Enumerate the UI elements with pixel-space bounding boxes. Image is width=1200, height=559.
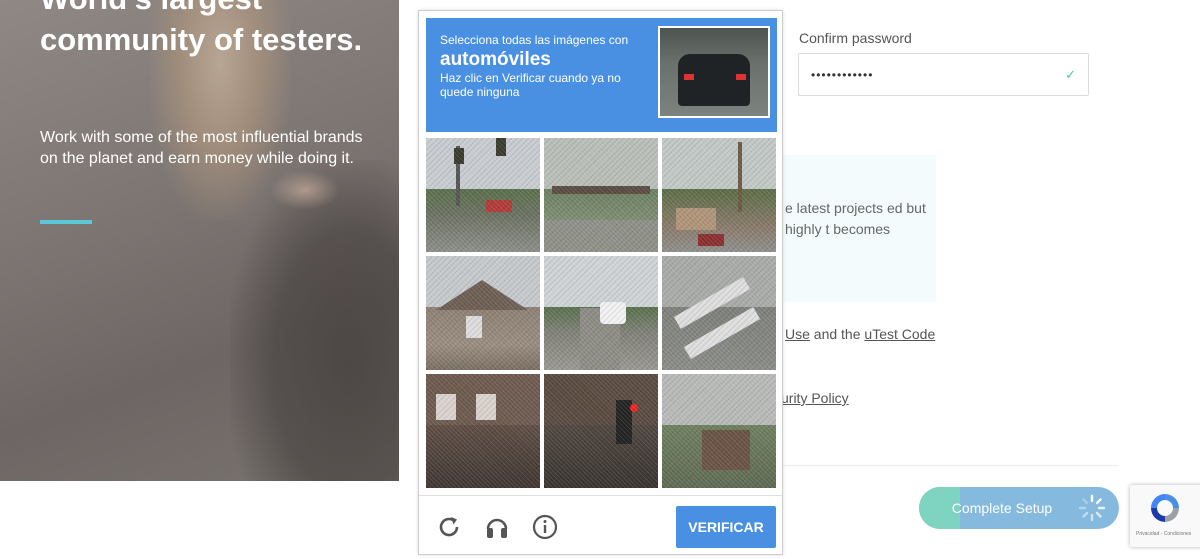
confirm-password-field[interactable]: •••••••••••• ✓ — [798, 53, 1089, 96]
captcha-tile[interactable] — [544, 374, 658, 488]
hero-title: World's largest community of testers. — [40, 0, 363, 57]
captcha-header: Selecciona todas las imágenes con automó… — [426, 18, 777, 132]
captcha-instruction-line2: Haz clic en Verificar cuando ya no quede… — [440, 71, 621, 99]
captcha-target-object: automóviles — [440, 49, 551, 70]
captcha-tile[interactable] — [544, 256, 658, 370]
captcha-tile[interactable] — [662, 374, 776, 488]
info-text: e latest projects ed but highly t become… — [785, 200, 926, 237]
terms-mid-text: and the — [809, 326, 865, 342]
verify-button[interactable]: VERIFICAR — [676, 506, 776, 548]
checkmark-icon: ✓ — [1065, 66, 1076, 82]
tile-noise — [662, 138, 776, 252]
captcha-instruction-line1: Selecciona todas las imágenes con — [440, 33, 629, 47]
captcha-tile[interactable] — [426, 374, 540, 488]
hero-photo-hand — [270, 170, 340, 210]
tile-noise — [426, 374, 540, 488]
recaptcha-badge[interactable]: Privacidad - Condiciones — [1130, 485, 1200, 547]
captcha-tile[interactable] — [544, 138, 658, 252]
recaptcha-logo-icon — [1151, 494, 1179, 522]
info-icon[interactable] — [532, 514, 558, 540]
security-policy-link[interactable]: urity Policy — [781, 390, 849, 406]
tile-noise — [426, 138, 540, 252]
hero-subtitle: Work with some of the most influential b… — [40, 129, 363, 167]
tile-noise — [544, 256, 658, 370]
complete-setup-button[interactable]: Complete Setup — [919, 487, 1119, 529]
hero-panel: World's largest community of testers. Wo… — [0, 0, 399, 481]
tile-noise — [544, 374, 658, 488]
password-value: •••••••••••• — [811, 67, 874, 82]
confirm-password-label: Confirm password — [799, 30, 912, 46]
captcha-tile[interactable] — [662, 138, 776, 252]
sample-car — [678, 54, 750, 106]
sample-car-light-left — [684, 74, 694, 80]
terms-text: Use and the uTest Code — [785, 326, 935, 342]
utest-code-link[interactable]: uTest Code — [864, 326, 935, 342]
tile-noise — [426, 256, 540, 370]
complete-setup-label: Complete Setup — [951, 500, 1053, 516]
captcha-tile[interactable] — [662, 256, 776, 370]
terms-of-use-link[interactable]: Use — [785, 326, 810, 342]
sample-car-light-right — [736, 74, 746, 80]
form-divider — [783, 465, 1119, 466]
recaptcha-footer: Privacidad - Condiciones — [1136, 531, 1192, 537]
captcha-challenge: Selecciona todas las imágenes con automó… — [418, 10, 783, 555]
captcha-footer: VERIFICAR — [419, 495, 782, 554]
privacy-text: urity Policy — [781, 390, 849, 406]
captcha-tile[interactable] — [426, 256, 540, 370]
hero-accent-line — [40, 220, 92, 224]
captcha-image-grid — [426, 138, 777, 489]
tile-noise — [662, 374, 776, 488]
captcha-tile[interactable] — [426, 138, 540, 252]
spinner-icon — [1078, 494, 1106, 522]
tile-noise — [544, 138, 658, 252]
audio-icon[interactable] — [484, 514, 510, 540]
reload-icon[interactable] — [436, 514, 462, 540]
tile-noise — [662, 256, 776, 370]
captcha-sample-image — [658, 26, 770, 118]
